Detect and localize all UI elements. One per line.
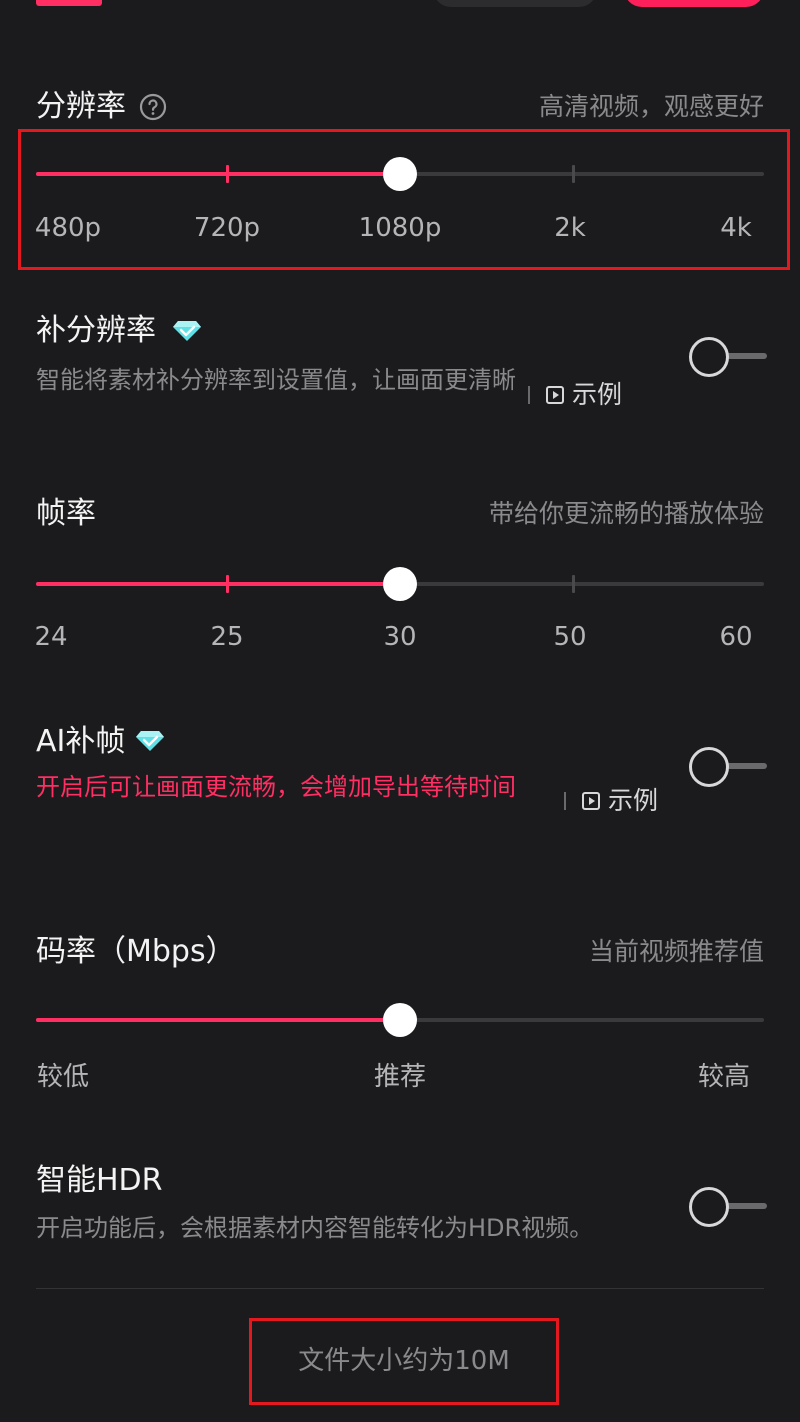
bitrate-label-low[interactable]: 较低 — [37, 1062, 89, 1092]
frame-rate-label-50[interactable]: 50 — [553, 622, 586, 652]
resolution-label-4k[interactable]: 4k — [720, 213, 752, 243]
resolution-tick-2k — [572, 165, 575, 183]
play-square-icon — [546, 386, 564, 404]
frame-rate-label-25[interactable]: 25 — [210, 622, 243, 652]
ai-frame-toggle[interactable] — [689, 746, 767, 787]
super-resolution-example-link[interactable]: 示例 — [528, 380, 622, 410]
resolution-highlight-box — [18, 129, 790, 270]
smart-hdr-title: 智能HDR — [36, 1163, 163, 1198]
frame-rate-slider-thumb[interactable] — [383, 567, 417, 601]
toggle-knob — [689, 747, 729, 787]
separator — [564, 792, 566, 810]
super-resolution-example-label: 示例 — [572, 380, 623, 409]
frame-rate-title: 帧率 — [36, 496, 96, 531]
frame-rate-tick-50 — [572, 575, 575, 593]
top-export-button[interactable] — [624, 0, 764, 7]
resolution-slider[interactable] — [36, 157, 764, 191]
super-resolution-desc: 智能将素材补分辨率到设置值，让画面更清晰 — [36, 366, 516, 394]
resolution-title: 分辨率 — [36, 89, 126, 124]
help-circle-icon[interactable] — [139, 93, 167, 121]
bitrate-label-high[interactable]: 较高 — [698, 1062, 750, 1092]
frame-rate-tick-25 — [226, 575, 229, 593]
resolution-slider-fill — [36, 172, 400, 176]
bitrate-title: 码率（Mbps） — [36, 934, 236, 969]
file-size-label: 文件大小约为10M — [298, 1346, 510, 1376]
bitrate-hint: 当前视频推荐值 — [588, 937, 764, 966]
ai-frame-title: AI补帧 — [36, 724, 126, 759]
ai-frame-example-label: 示例 — [608, 786, 659, 815]
resolution-slider-thumb[interactable] — [383, 157, 417, 191]
resolution-label-2k[interactable]: 2k — [554, 213, 586, 243]
bitrate-slider[interactable] — [36, 1003, 764, 1037]
frame-rate-hint: 带给你更流畅的播放体验 — [488, 499, 764, 528]
toggle-knob — [689, 1187, 729, 1227]
top-secondary-button[interactable] — [433, 0, 597, 7]
frame-rate-label-60[interactable]: 60 — [719, 622, 752, 652]
ai-frame-desc: 开启后可让画面更流畅，会增加导出等待时间 — [36, 773, 516, 801]
resolution-hint: 高清视频，观感更好 — [538, 92, 764, 121]
smart-hdr-toggle[interactable] — [689, 1186, 767, 1227]
bitrate-slider-thumb[interactable] — [383, 1003, 417, 1037]
resolution-tick-720p — [226, 165, 229, 183]
super-resolution-toggle[interactable] — [689, 336, 767, 377]
separator — [528, 386, 530, 404]
diamond-icon — [136, 731, 164, 751]
bitrate-slider-fill — [36, 1018, 400, 1022]
smart-hdr-desc: 开启功能后，会根据素材内容智能转化为HDR视频。 — [36, 1214, 594, 1242]
resolution-label-480p[interactable]: 480p — [35, 213, 101, 243]
resolution-label-1080p[interactable]: 1080p — [359, 213, 442, 243]
active-tab-indicator — [36, 0, 102, 6]
toggle-knob — [689, 337, 729, 377]
ai-frame-example-link[interactable]: 示例 — [564, 786, 658, 816]
frame-rate-label-30[interactable]: 30 — [383, 622, 416, 652]
frame-rate-label-24[interactable]: 24 — [34, 622, 67, 652]
frame-rate-slider[interactable] — [36, 567, 764, 601]
super-resolution-title: 补分辨率 — [36, 313, 156, 348]
footer-divider — [36, 1288, 764, 1289]
bitrate-label-recommended[interactable]: 推荐 — [374, 1062, 426, 1092]
play-square-icon — [582, 792, 600, 810]
frame-rate-slider-fill — [36, 582, 400, 586]
resolution-label-720p[interactable]: 720p — [194, 213, 260, 243]
diamond-icon — [173, 321, 201, 341]
